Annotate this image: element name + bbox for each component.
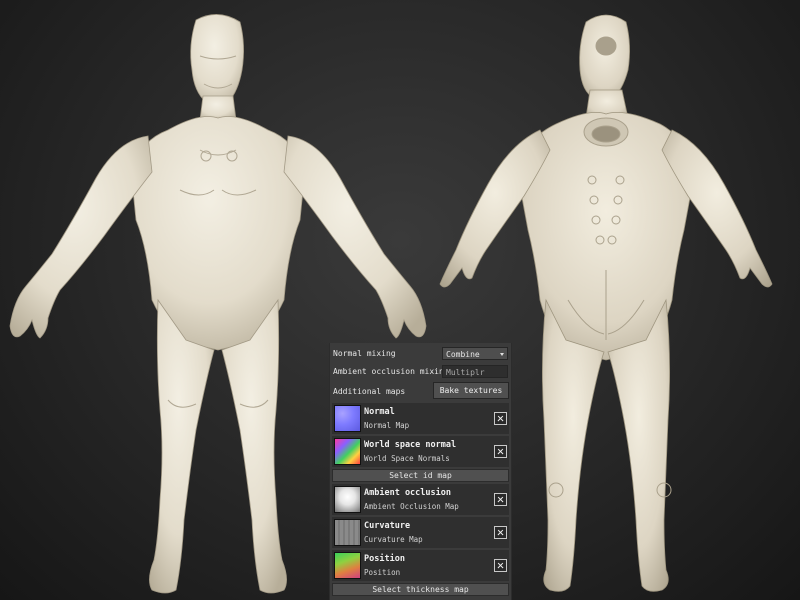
bake-textures-label: Bake textures [439, 386, 503, 395]
normal-mixing-row: Normal mixing Combine [330, 344, 511, 362]
select-thickness-map-label: Select thickness map [372, 585, 469, 594]
map-item-normal[interactable]: Normal Normal Map [332, 403, 509, 434]
texture-bake-panel: Normal mixing Combine Ambient occlusion … [329, 343, 512, 600]
chevron-down-icon [500, 353, 504, 356]
map-subtitle: Position [364, 568, 401, 577]
map-subtitle: Curvature Map [364, 535, 423, 544]
map-item-ambient-occlusion[interactable]: Ambient occlusion Ambient Occlusion Map [332, 484, 509, 515]
ao-mixing-value: Multiplr [446, 368, 485, 377]
close-icon[interactable] [494, 559, 507, 572]
position-thumbnail [334, 552, 361, 579]
map-title: Position [364, 554, 405, 564]
map-subtitle: World Space Normals [364, 454, 450, 463]
close-icon[interactable] [494, 445, 507, 458]
select-id-map-label: Select id map [389, 471, 452, 480]
normal-map-thumbnail [334, 405, 361, 432]
additional-maps-label: Additional maps [333, 387, 406, 396]
close-icon[interactable] [494, 526, 507, 539]
ambient-occlusion-thumbnail [334, 486, 361, 513]
ao-mixing-row: Ambient occlusion mixing Multiplr [330, 362, 511, 380]
ao-mixing-label: Ambient occlusion mixing [333, 367, 449, 376]
close-icon[interactable] [494, 493, 507, 506]
bake-textures-button[interactable]: Bake textures [433, 382, 509, 399]
map-subtitle: Normal Map [364, 421, 410, 430]
select-id-map-button[interactable]: Select id map [332, 469, 509, 482]
map-subtitle: Ambient Occlusion Map [364, 502, 459, 511]
map-item-position[interactable]: Position Position [332, 550, 509, 581]
additional-maps-row: Additional maps Bake textures [330, 380, 511, 402]
map-title: Normal [364, 407, 395, 417]
map-title: Ambient occlusion [364, 488, 451, 498]
curvature-thumbnail [334, 519, 361, 546]
normal-mixing-value: Combine [446, 350, 480, 359]
close-icon[interactable] [494, 412, 507, 425]
normal-mixing-dropdown[interactable]: Combine [442, 347, 508, 360]
ao-mixing-field[interactable]: Multiplr [442, 365, 508, 378]
select-thickness-map-button[interactable]: Select thickness map [332, 583, 509, 596]
map-item-world-space-normal[interactable]: World space normal World Space Normals [332, 436, 509, 467]
map-title: Curvature [364, 521, 411, 531]
map-title: World space normal [364, 440, 457, 450]
world-space-normal-thumbnail [334, 438, 361, 465]
map-item-curvature[interactable]: Curvature Curvature Map [332, 517, 509, 548]
normal-mixing-label: Normal mixing [333, 349, 396, 358]
